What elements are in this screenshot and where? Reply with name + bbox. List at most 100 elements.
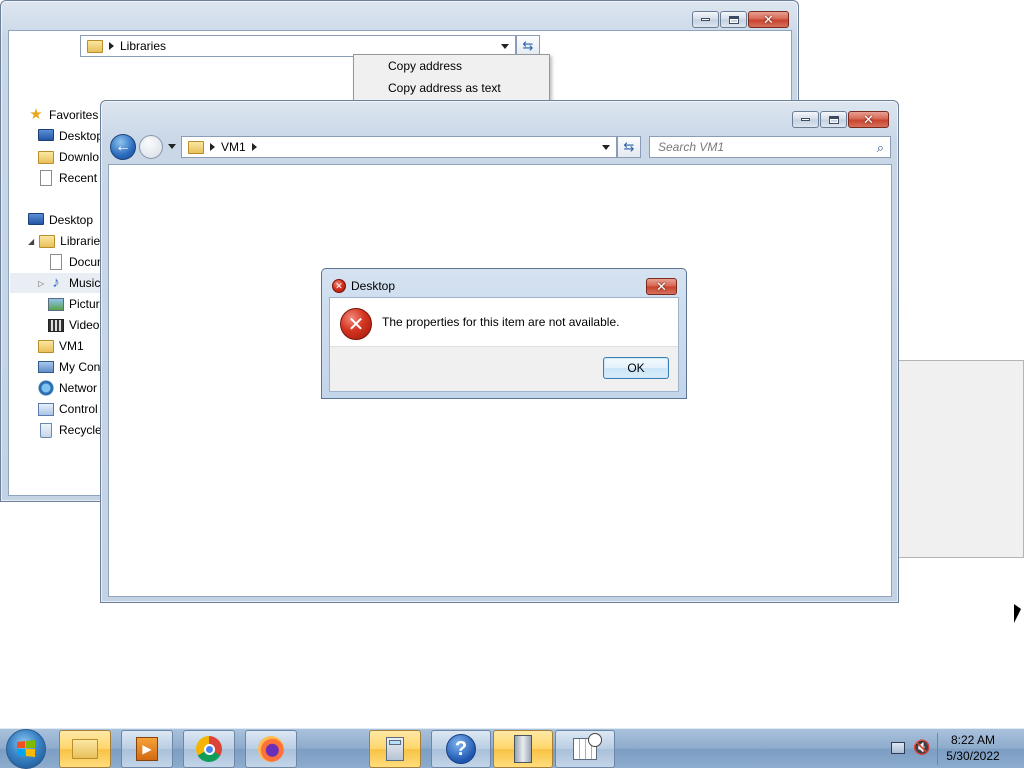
nav-favorites-recent[interactable]: Recent I xyxy=(38,168,104,188)
nav-label: Recycle xyxy=(59,423,102,437)
clock-date: 5/30/2022 xyxy=(946,749,1000,763)
back-caption-buttons: ✕ xyxy=(692,11,789,28)
recent-pages-dropdown-icon[interactable] xyxy=(168,144,176,149)
refresh-icon: ⇆ xyxy=(522,38,534,53)
system-clock[interactable]: 8:22 AM 5/30/2022 xyxy=(940,732,1006,766)
maximize-button[interactable] xyxy=(720,11,747,28)
breadcrumb-arrow-icon[interactable] xyxy=(251,143,257,151)
task-scheduler-icon xyxy=(573,733,602,760)
taskbar-media-player[interactable]: ▶ xyxy=(121,730,173,768)
pictures-icon xyxy=(48,297,64,311)
close-icon: ✕ xyxy=(763,12,774,27)
network-tray-icon[interactable] xyxy=(891,742,905,754)
nav-label: Recent I xyxy=(59,171,104,185)
back-address-path[interactable]: Libraries xyxy=(120,39,166,53)
taskbar-explorer[interactable] xyxy=(59,730,111,768)
menu-item-copy-address[interactable]: Copy address xyxy=(354,55,549,77)
nav-videos[interactable]: Video xyxy=(48,315,99,335)
address-dropdown-icon[interactable] xyxy=(501,44,509,49)
address-context-menu: Copy address Copy address as text xyxy=(353,54,550,106)
front-refresh-button[interactable]: ⇆ xyxy=(617,136,641,158)
volume-muted-icon[interactable]: 🔇 xyxy=(913,739,930,756)
downloads-icon xyxy=(38,150,54,164)
nav-label: Video xyxy=(69,318,100,332)
taskbar-calculator[interactable] xyxy=(369,730,421,768)
nav-desktop[interactable]: Desktop xyxy=(28,210,93,230)
minimize-button[interactable] xyxy=(692,11,719,28)
error-icon: ✕ xyxy=(340,308,372,340)
collapse-arrow-icon[interactable]: ▷ xyxy=(38,279,44,288)
minimize-icon xyxy=(801,118,810,121)
background-panel xyxy=(898,360,1024,558)
nav-vm1[interactable]: VM1 xyxy=(38,336,84,356)
search-icon[interactable]: ⌕ xyxy=(877,140,884,156)
maximize-icon xyxy=(728,15,739,24)
close-icon: ✕ xyxy=(656,279,667,294)
dialog-body: ✕ The properties for this item are not a… xyxy=(329,297,679,392)
nav-recycle-bin[interactable]: Recycle xyxy=(38,420,102,440)
nav-documents[interactable]: Docum xyxy=(48,252,107,272)
breadcrumb-arrow-icon[interactable] xyxy=(210,143,215,151)
maximize-button[interactable] xyxy=(820,111,847,128)
search-input[interactable]: Search VM1 ⌕ xyxy=(649,136,891,158)
breadcrumb-arrow-icon[interactable] xyxy=(109,42,114,50)
back-arrow-icon: ← xyxy=(115,138,131,155)
taskbar-file-server[interactable] xyxy=(493,730,553,768)
start-button[interactable] xyxy=(6,729,46,769)
recycle-bin-icon xyxy=(40,422,52,438)
taskbar: ▶ ? 🔇 xyxy=(0,728,1024,769)
error-title-icon: ✕ xyxy=(332,279,346,293)
desktop-icon xyxy=(28,213,44,225)
desktop-icon xyxy=(38,129,54,141)
star-icon: ★ xyxy=(29,106,43,123)
front-caption-buttons: ✕ xyxy=(792,111,889,128)
expand-arrow-icon[interactable]: ◢ xyxy=(28,237,34,246)
back-nav-button[interactable]: ← xyxy=(110,134,136,160)
dialog-title: Desktop xyxy=(351,279,396,293)
taskbar-help[interactable]: ? xyxy=(431,730,491,768)
taskbar-firefox[interactable] xyxy=(245,730,297,768)
dialog-message: The properties for this item are not ava… xyxy=(382,315,620,329)
nav-libraries[interactable]: ◢ Libraries xyxy=(28,231,106,251)
address-dropdown-icon[interactable] xyxy=(602,145,610,150)
dialog-close-button[interactable]: ✕ xyxy=(646,278,677,295)
nav-pictures[interactable]: Pictur xyxy=(48,294,100,314)
nav-favorites-desktop[interactable]: Desktop xyxy=(38,126,103,146)
nav-label: Music xyxy=(69,276,101,290)
refresh-icon: ⇆ xyxy=(623,139,635,154)
nav-favorites-label: Favorites xyxy=(49,108,99,122)
chrome-icon xyxy=(196,736,222,762)
close-button[interactable]: ✕ xyxy=(748,11,789,28)
nav-control-panel[interactable]: Control xyxy=(38,399,98,419)
recent-places-icon xyxy=(40,170,52,186)
clock-time: 8:22 AM xyxy=(950,733,996,747)
front-address-bar[interactable]: VM1 xyxy=(181,136,617,158)
nav-favorites[interactable]: ★ Favorites xyxy=(28,105,98,125)
taskbar-chrome[interactable] xyxy=(183,730,235,768)
windows-explorer-icon xyxy=(72,739,98,759)
nav-label: VM1 xyxy=(59,339,84,353)
close-icon: ✕ xyxy=(863,112,874,127)
nav-network[interactable]: Networ xyxy=(38,378,97,398)
search-placeholder: Search VM1 xyxy=(658,140,725,154)
music-icon: ♪ xyxy=(52,274,60,291)
close-button[interactable]: ✕ xyxy=(848,111,889,128)
error-dialog: ✕ Desktop ✕ ✕ The properties for this it… xyxy=(321,268,687,399)
front-address-path[interactable]: VM1 xyxy=(221,140,246,154)
firefox-icon xyxy=(258,736,284,762)
ok-button[interactable]: OK xyxy=(603,357,669,379)
forward-nav-button[interactable] xyxy=(139,135,163,159)
nav-label: Desktop xyxy=(59,129,104,143)
minimize-button[interactable] xyxy=(792,111,819,128)
help-icon: ? xyxy=(446,734,476,764)
documents-icon xyxy=(50,254,62,270)
mouse-cursor-icon xyxy=(1014,604,1021,623)
taskbar-task-scheduler[interactable] xyxy=(555,730,615,768)
nav-computer[interactable]: My Con xyxy=(38,357,100,377)
nav-favorites-downloads[interactable]: Downlo xyxy=(38,147,99,167)
nav-music[interactable]: ▷ ♪ Music xyxy=(10,273,100,293)
nav-label: Pictur xyxy=(69,297,100,311)
menu-item-copy-address-as-text[interactable]: Copy address as text xyxy=(354,77,549,99)
network-icon xyxy=(38,380,54,396)
file-server-icon xyxy=(514,735,532,763)
